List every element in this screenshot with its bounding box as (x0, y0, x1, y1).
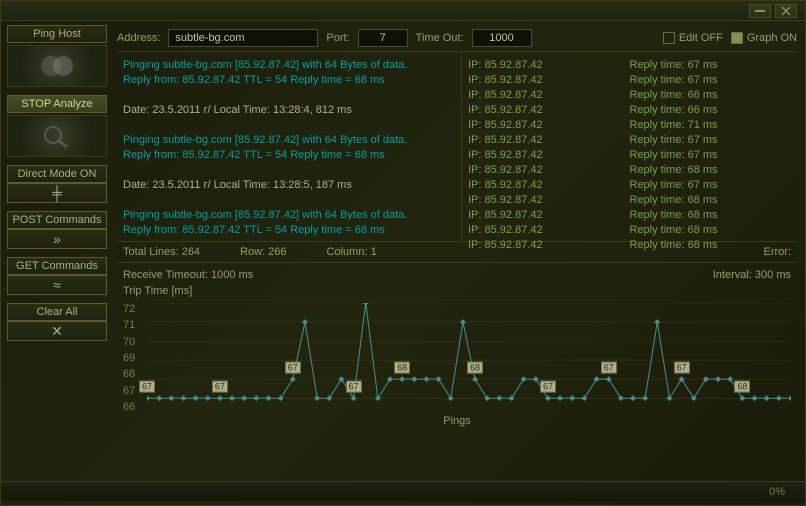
timeout-label: Time Out: (416, 32, 464, 44)
status-row: Total Lines: 264 Row: 266 Column: 1 Erro… (117, 242, 797, 263)
column-stat: Column: 1 (327, 246, 377, 258)
address-input[interactable] (168, 29, 318, 47)
address-label: Address: (117, 32, 160, 44)
y-axis: 72717069686766 (123, 303, 135, 413)
edit-toggle[interactable]: Edit OFF (663, 32, 723, 44)
close-button[interactable] (775, 4, 797, 18)
direct-mode-button[interactable]: Direct Mode ON (7, 165, 107, 183)
receive-timeout-label: Receive Timeout: 1000 ms (123, 269, 253, 281)
total-lines: Total Lines: 264 (123, 246, 200, 258)
get-commands-button[interactable]: GET Commands (7, 257, 107, 275)
error-stat: Error: (764, 246, 792, 258)
stop-analyze-button[interactable]: STOP Analyze (7, 95, 107, 113)
log-left-panel: Pinging subtle-bg.com [85.92.87.42] with… (117, 52, 462, 241)
port-input[interactable] (358, 29, 408, 47)
collapse-icon: ≈ (7, 275, 107, 295)
checkbox-icon (731, 32, 743, 44)
port-label: Port: (326, 32, 349, 44)
interval-label: Interval: 300 ms (713, 269, 791, 281)
post-commands-button[interactable]: POST Commands (7, 211, 107, 229)
graph-toggle[interactable]: Graph ON (731, 32, 797, 44)
ping-host-icon (7, 45, 107, 87)
expand-down-icon: » (7, 229, 107, 249)
analyze-icon (7, 115, 107, 157)
chart-title: Trip Time [ms] (123, 283, 791, 299)
clear-icon: ✕ (7, 321, 107, 341)
checkbox-icon (663, 32, 675, 44)
log-right-panel: IP: 85.92.87.42IP: 85.92.87.42IP: 85.92.… (462, 52, 797, 241)
minimize-button[interactable] (749, 4, 771, 18)
ping-host-button[interactable]: Ping Host (7, 25, 107, 43)
clear-all-button[interactable]: Clear All (7, 303, 107, 321)
timeout-input[interactable] (472, 29, 532, 47)
direct-mode-icon: ╪ (7, 183, 107, 203)
status-bar: 0% (1, 481, 805, 501)
row-stat: Row: 266 (240, 246, 286, 258)
